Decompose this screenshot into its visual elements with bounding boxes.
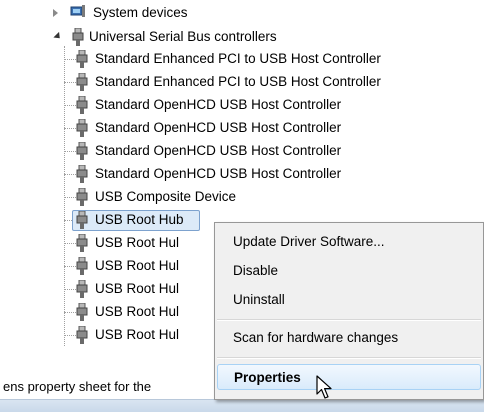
- tree-connector: [64, 335, 76, 336]
- tree-label: Standard Enhanced PCI to USB Host Contro…: [95, 74, 381, 89]
- tree-row-device[interactable]: Standard Enhanced PCI to USB Host Contro…: [0, 48, 430, 70]
- tree-row-device[interactable]: USB Root Hul: [0, 255, 214, 277]
- usb-plug-icon: [76, 142, 88, 160]
- menu-item-update-driver[interactable]: Update Driver Software...: [217, 229, 481, 255]
- menu-item-scan-hardware[interactable]: Scan for hardware changes: [217, 325, 481, 351]
- tree-connector: [64, 105, 76, 106]
- tree-row-device[interactable]: USB Root Hul: [0, 324, 214, 346]
- tree-row-device[interactable]: Standard Enhanced PCI to USB Host Contro…: [0, 71, 430, 93]
- tree-row-system-devices[interactable]: System devices: [0, 2, 300, 24]
- tree-row-device[interactable]: Standard OpenHCD USB Host Controller: [0, 94, 430, 116]
- tree-label: Standard OpenHCD USB Host Controller: [95, 120, 342, 135]
- usb-plug-icon: [76, 257, 88, 275]
- usb-plug-icon: [76, 234, 88, 252]
- usb-plug-icon: [76, 326, 88, 344]
- usb-plug-icon: [76, 280, 88, 298]
- menu-separator: [217, 319, 481, 321]
- menu-separator: [217, 357, 481, 359]
- usb-plug-icon: [72, 28, 84, 46]
- tree-row-device[interactable]: USB Composite Device: [0, 186, 430, 208]
- tree-label: Standard OpenHCD USB Host Controller: [95, 97, 342, 112]
- tree-connector: [64, 243, 76, 244]
- usb-plug-icon: [76, 165, 88, 183]
- tree-label: Universal Serial Bus controllers: [89, 29, 277, 44]
- usb-plug-icon: [76, 188, 88, 206]
- tree-connector: [64, 266, 76, 267]
- tree-label: USB Composite Device: [95, 189, 237, 204]
- tree-connector: [64, 151, 76, 152]
- tree-label: USB Root Hul: [95, 304, 180, 319]
- menu-item-properties[interactable]: Properties: [217, 364, 481, 390]
- status-text: ens property sheet for the: [3, 379, 152, 394]
- usb-plug-icon: [76, 119, 88, 137]
- usb-plug-icon: [76, 303, 88, 321]
- tree-connector: [64, 82, 76, 83]
- tree-row-device[interactable]: Standard OpenHCD USB Host Controller: [0, 140, 430, 162]
- tree-label: USB Root Hul: [95, 327, 180, 342]
- system-devices-icon: [70, 5, 85, 17]
- tree-label: Standard OpenHCD USB Host Controller: [95, 166, 342, 181]
- tree-row-device[interactable]: Standard OpenHCD USB Host Controller: [0, 163, 430, 185]
- collapse-arrow-icon[interactable]: [53, 31, 63, 42]
- window-bottom-border: [0, 399, 484, 412]
- tree-label: USB Root Hub: [95, 212, 184, 227]
- menu-item-disable[interactable]: Disable: [217, 258, 481, 284]
- usb-plug-icon: [76, 96, 88, 114]
- context-menu: Update Driver Software... Disable Uninst…: [214, 222, 484, 400]
- tree-label: USB Root Hul: [95, 281, 180, 296]
- usb-plug-icon: [76, 50, 88, 68]
- tree-connector: [64, 59, 76, 60]
- menu-item-uninstall[interactable]: Uninstall: [217, 287, 481, 313]
- tree-row-device[interactable]: USB Root Hul: [0, 301, 214, 323]
- tree-row-device[interactable]: Standard OpenHCD USB Host Controller: [0, 117, 430, 139]
- tree-row-usb-controllers[interactable]: Universal Serial Bus controllers: [0, 26, 330, 48]
- tree-label: Standard OpenHCD USB Host Controller: [95, 143, 342, 158]
- tree-label: USB Root Hul: [95, 258, 180, 273]
- tree-row-device[interactable]: USB Root Hul: [0, 278, 214, 300]
- tree-connector: [64, 174, 76, 175]
- tree-row-device[interactable]: USB Root Hul: [0, 232, 214, 254]
- tree-connector: [64, 289, 76, 290]
- usb-plug-icon: [76, 211, 88, 229]
- tree-connector: [64, 197, 76, 198]
- expand-arrow-icon[interactable]: [53, 9, 58, 17]
- mouse-pointer-icon: [316, 375, 332, 399]
- tree-label: USB Root Hul: [95, 235, 180, 250]
- tree-connector: [64, 312, 76, 313]
- tree-connector: [64, 128, 76, 129]
- tree-label: System devices: [93, 5, 188, 20]
- tree-label: Standard Enhanced PCI to USB Host Contro…: [95, 51, 381, 66]
- usb-plug-icon: [76, 73, 88, 91]
